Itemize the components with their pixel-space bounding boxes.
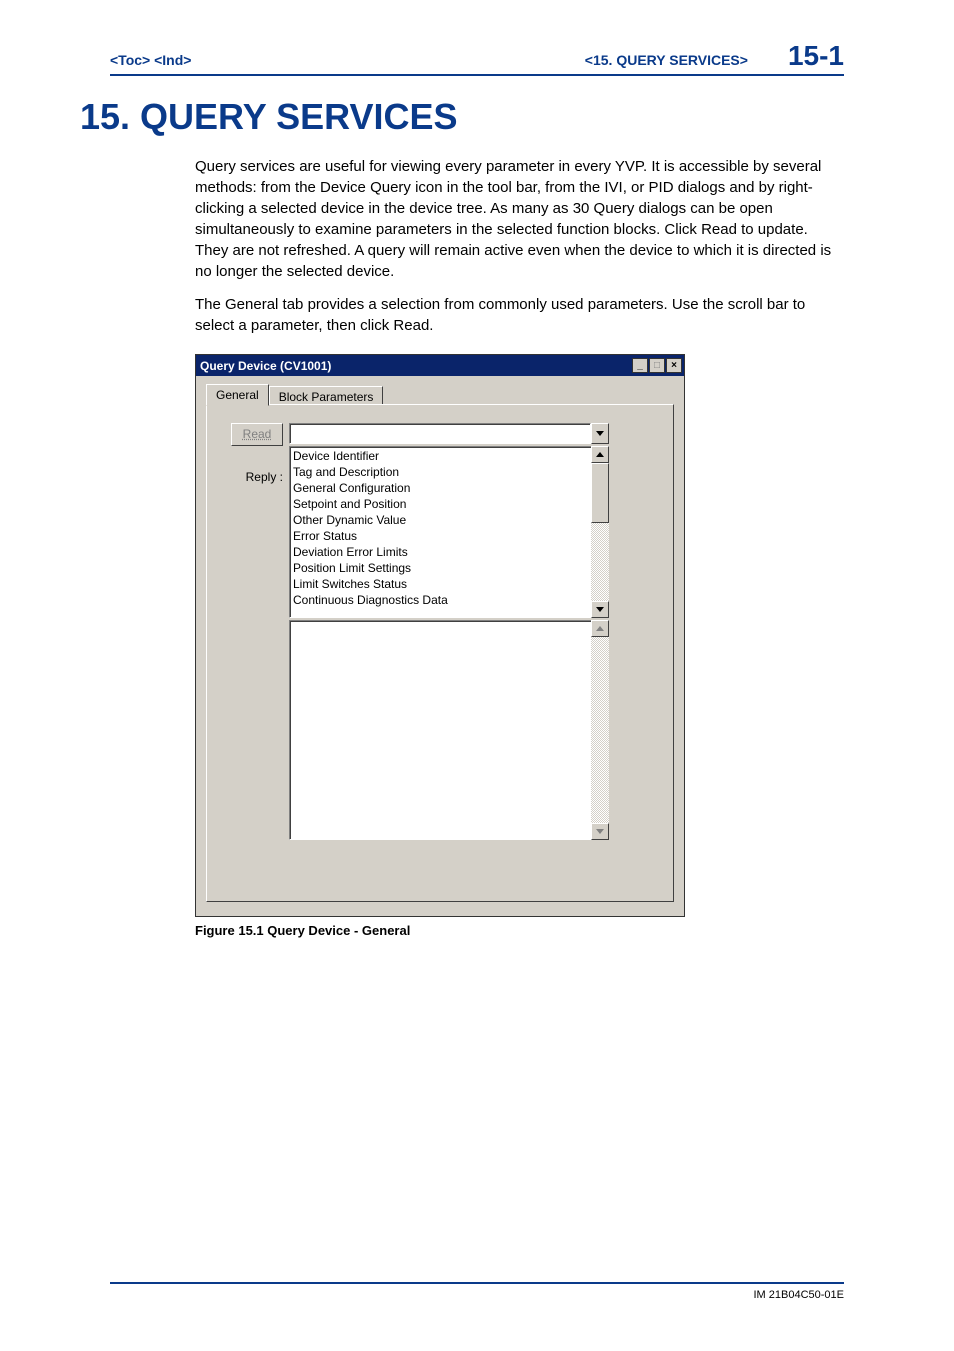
tab-block-parameters[interactable]: Block Parameters (269, 386, 384, 405)
list-item[interactable]: General Configuration (293, 480, 588, 496)
list-item[interactable]: Continuous Diagnostics Data (293, 592, 588, 608)
intro-paragraph-1: Query services are useful for viewing ev… (195, 156, 844, 282)
page-number: 15-1 (788, 40, 844, 72)
list-item[interactable]: Device Identifier (293, 448, 588, 464)
tabs-row: General Block Parameters (206, 384, 674, 405)
reply-textarea[interactable] (289, 620, 591, 840)
tab-general[interactable]: General (206, 384, 269, 406)
list-item[interactable]: Deviation Error Limits (293, 544, 588, 560)
minimize-button[interactable]: _ (632, 358, 648, 373)
list-item[interactable]: Tag and Description (293, 464, 588, 480)
chapter-title: 15. QUERY SERVICES (80, 96, 844, 138)
parameter-listbox[interactable]: Device Identifier Tag and Description Ge… (289, 446, 591, 618)
page-header: <Toc> <Ind> <15. QUERY SERVICES> 15-1 (110, 40, 844, 76)
list-item[interactable]: Other Dynamic Value (293, 512, 588, 528)
chevron-up-icon (596, 452, 604, 457)
chevron-down-icon (596, 607, 604, 612)
tab-panel-general: Read Reply : (206, 404, 674, 902)
scroll-down-button-disabled (591, 823, 609, 840)
dialog-titlebar: Query Device (CV1001) _ □ × (196, 355, 684, 376)
footer-doc-id: IM 21B04C50-01E (110, 1289, 844, 1301)
page-footer: IM 21B04C50-01E (110, 1282, 844, 1301)
reply-label: Reply : (221, 470, 283, 484)
list-item[interactable]: Error Status (293, 528, 588, 544)
maximize-button[interactable]: □ (649, 358, 665, 373)
chevron-down-icon (596, 829, 604, 834)
list-item[interactable]: Setpoint and Position (293, 496, 588, 512)
list-item[interactable]: Limit Switches Status (293, 576, 588, 592)
header-section-link[interactable]: <15. QUERY SERVICES> (585, 52, 748, 68)
dialog-title: Query Device (CV1001) (200, 359, 331, 373)
reply-scrollbar (591, 620, 609, 840)
scroll-thumb[interactable] (591, 463, 609, 523)
parameter-combobox-dropdown-button[interactable] (591, 423, 609, 444)
list-item[interactable]: Position Limit Settings (293, 560, 588, 576)
chevron-up-icon (596, 626, 604, 631)
scroll-down-button[interactable] (591, 601, 609, 618)
read-button[interactable]: Read (231, 423, 283, 446)
listbox-scrollbar[interactable] (591, 446, 609, 618)
header-toc-ind-links[interactable]: <Toc> <Ind> (110, 52, 191, 68)
figure-caption: Figure 15.1 Query Device - General (195, 923, 685, 938)
parameter-combobox-input[interactable] (289, 423, 591, 444)
chevron-down-icon (596, 431, 604, 436)
intro-paragraph-2: The General tab provides a selection fro… (195, 294, 844, 336)
close-button[interactable]: × (666, 358, 682, 373)
scroll-up-button-disabled (591, 620, 609, 637)
scroll-up-button[interactable] (591, 446, 609, 463)
query-device-dialog: Query Device (CV1001) _ □ × General Bloc… (195, 354, 685, 917)
